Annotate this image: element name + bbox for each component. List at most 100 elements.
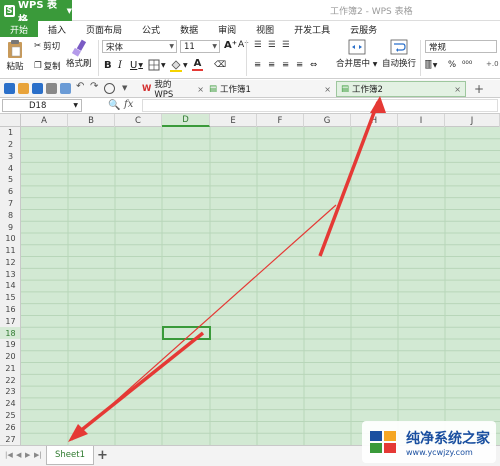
prev-sheet-icon[interactable]: ◀	[16, 451, 21, 459]
menu-data[interactable]: 数据	[170, 21, 208, 37]
row-header[interactable]: 15	[0, 292, 20, 304]
wrap-text-button[interactable]: 自动换行	[382, 39, 416, 69]
menu-view[interactable]: 视图	[246, 21, 284, 37]
column-header[interactable]: A	[21, 114, 68, 127]
new-tab-button[interactable]: +	[470, 81, 484, 97]
menu-insert[interactable]: 插入	[38, 21, 76, 37]
undo-icon[interactable]: ↶	[76, 81, 87, 92]
fill-color-button[interactable]: ▼	[170, 59, 188, 72]
close-icon[interactable]: ×	[324, 85, 331, 94]
menu-home[interactable]: 开始	[0, 21, 39, 37]
row-header[interactable]: 3	[0, 151, 20, 163]
wps-app-menu-button[interactable]: S WPS 表格 ▼	[0, 0, 72, 26]
menu-page-layout[interactable]: 页面布局	[76, 21, 132, 37]
row-header[interactable]: 16	[0, 304, 20, 316]
row-header[interactable]: 11	[0, 245, 20, 257]
name-box[interactable]: D18 ▼	[2, 99, 82, 112]
currency-button[interactable]: 🀫 ▼	[425, 60, 437, 70]
close-icon[interactable]: ×	[197, 85, 204, 94]
align-left-button[interactable]: ≡	[254, 60, 261, 70]
copy-button[interactable]: ❐ 复制	[34, 60, 61, 72]
print-preview-icon[interactable]	[60, 83, 71, 94]
sheet-tab-sheet1[interactable]: Sheet1	[46, 446, 94, 465]
add-sheet-button[interactable]: +	[97, 448, 108, 463]
select-all-corner[interactable]	[0, 114, 21, 127]
column-header[interactable]: I	[398, 114, 445, 127]
active-cell-d18[interactable]	[162, 326, 211, 340]
doc-tab-workbook2[interactable]: ▤ 工作簿2 ×	[336, 81, 466, 97]
last-sheet-icon[interactable]: ▶|	[34, 451, 42, 459]
borders-button[interactable]: ▼	[148, 59, 166, 71]
row-header[interactable]: 20	[0, 351, 20, 363]
row-header[interactable]: 23	[0, 386, 20, 398]
decimal-button[interactable]: +.0	[486, 60, 499, 68]
align-right-button[interactable]: ≡	[282, 60, 289, 70]
doc-tab-my-wps[interactable]: W 我的WPS ×	[138, 80, 204, 100]
menu-review[interactable]: 审阅	[208, 21, 246, 37]
align-middle-button[interactable]: ☰	[268, 40, 276, 50]
row-header[interactable]: 12	[0, 257, 20, 269]
menu-cloud[interactable]: 云服务	[340, 21, 387, 37]
row-header[interactable]: 24	[0, 398, 20, 410]
search-icon[interactable]	[104, 83, 115, 94]
distribute-button[interactable]: ⇔	[310, 60, 317, 70]
thousands-button[interactable]: ⁰⁰⁰	[462, 60, 472, 70]
clear-format-button[interactable]: ⌫	[214, 60, 226, 70]
row-header[interactable]: 27	[0, 433, 20, 445]
column-header[interactable]: C	[115, 114, 162, 127]
grow-font-button[interactable]: A⁺	[224, 40, 237, 51]
new-file-icon[interactable]	[4, 83, 15, 94]
number-format-select[interactable]: 常规	[425, 40, 497, 53]
row-header[interactable]: 22	[0, 374, 20, 386]
row-header[interactable]: 7	[0, 198, 20, 210]
merge-center-button[interactable]: 合并居中 ▼	[336, 39, 377, 69]
menu-formulas[interactable]: 公式	[132, 21, 170, 37]
row-header[interactable]: 19	[0, 339, 20, 351]
paste-button[interactable]: 粘贴	[4, 39, 26, 72]
row-header[interactable]: 10	[0, 233, 20, 245]
row-header[interactable]: 5	[0, 174, 20, 186]
first-sheet-icon[interactable]: |◀	[5, 451, 13, 459]
row-header-selected[interactable]: 18	[0, 327, 20, 339]
cut-button[interactable]: ✂ 剪切	[34, 40, 60, 52]
column-header[interactable]: J	[445, 114, 500, 127]
next-sheet-icon[interactable]: ▶	[25, 451, 30, 459]
customize-caret-icon[interactable]: ▼	[122, 84, 133, 95]
formula-input[interactable]	[142, 99, 498, 112]
row-header[interactable]: 25	[0, 410, 20, 422]
font-name-select[interactable]: 宋体 ▼	[102, 40, 177, 53]
menu-developer[interactable]: 开发工具	[284, 21, 340, 37]
row-header[interactable]: 1	[0, 127, 20, 139]
redo-icon[interactable]: ↷	[90, 81, 101, 92]
column-header[interactable]: E	[210, 114, 257, 127]
row-header[interactable]: 14	[0, 280, 20, 292]
open-folder-icon[interactable]	[18, 83, 29, 94]
align-bottom-button[interactable]: ☰	[282, 40, 290, 50]
close-icon[interactable]: ×	[454, 85, 461, 94]
format-painter-button[interactable]: 格式刷	[66, 39, 92, 69]
column-header-selected[interactable]: D	[162, 114, 210, 127]
insert-function-button[interactable]: fx	[124, 99, 133, 110]
font-color-button[interactable]: A	[192, 58, 203, 71]
column-header[interactable]: F	[257, 114, 304, 127]
bold-button[interactable]: B	[104, 60, 112, 71]
save-icon[interactable]	[32, 83, 43, 94]
row-header[interactable]: 26	[0, 421, 20, 433]
align-top-button[interactable]: ☰	[254, 40, 262, 50]
print-icon[interactable]	[46, 83, 57, 94]
zoom-search-icon[interactable]: 🔍	[108, 100, 120, 111]
column-header[interactable]: B	[68, 114, 115, 127]
shrink-font-button[interactable]: A⁻	[238, 40, 249, 50]
justify-button[interactable]: ≡	[296, 60, 303, 70]
row-header[interactable]: 6	[0, 186, 20, 198]
row-header[interactable]: 21	[0, 363, 20, 375]
underline-button[interactable]: U ▼	[130, 60, 143, 71]
column-header[interactable]: G	[304, 114, 351, 127]
doc-tab-workbook1[interactable]: ▤ 工作簿1 ×	[205, 81, 335, 97]
row-header[interactable]: 9	[0, 221, 20, 233]
row-header[interactable]: 4	[0, 162, 20, 174]
row-header[interactable]: 2	[0, 139, 20, 151]
row-header[interactable]: 17	[0, 315, 20, 327]
align-center-button[interactable]: ≡	[268, 60, 275, 70]
font-size-select[interactable]: 11 ▼	[180, 40, 220, 53]
